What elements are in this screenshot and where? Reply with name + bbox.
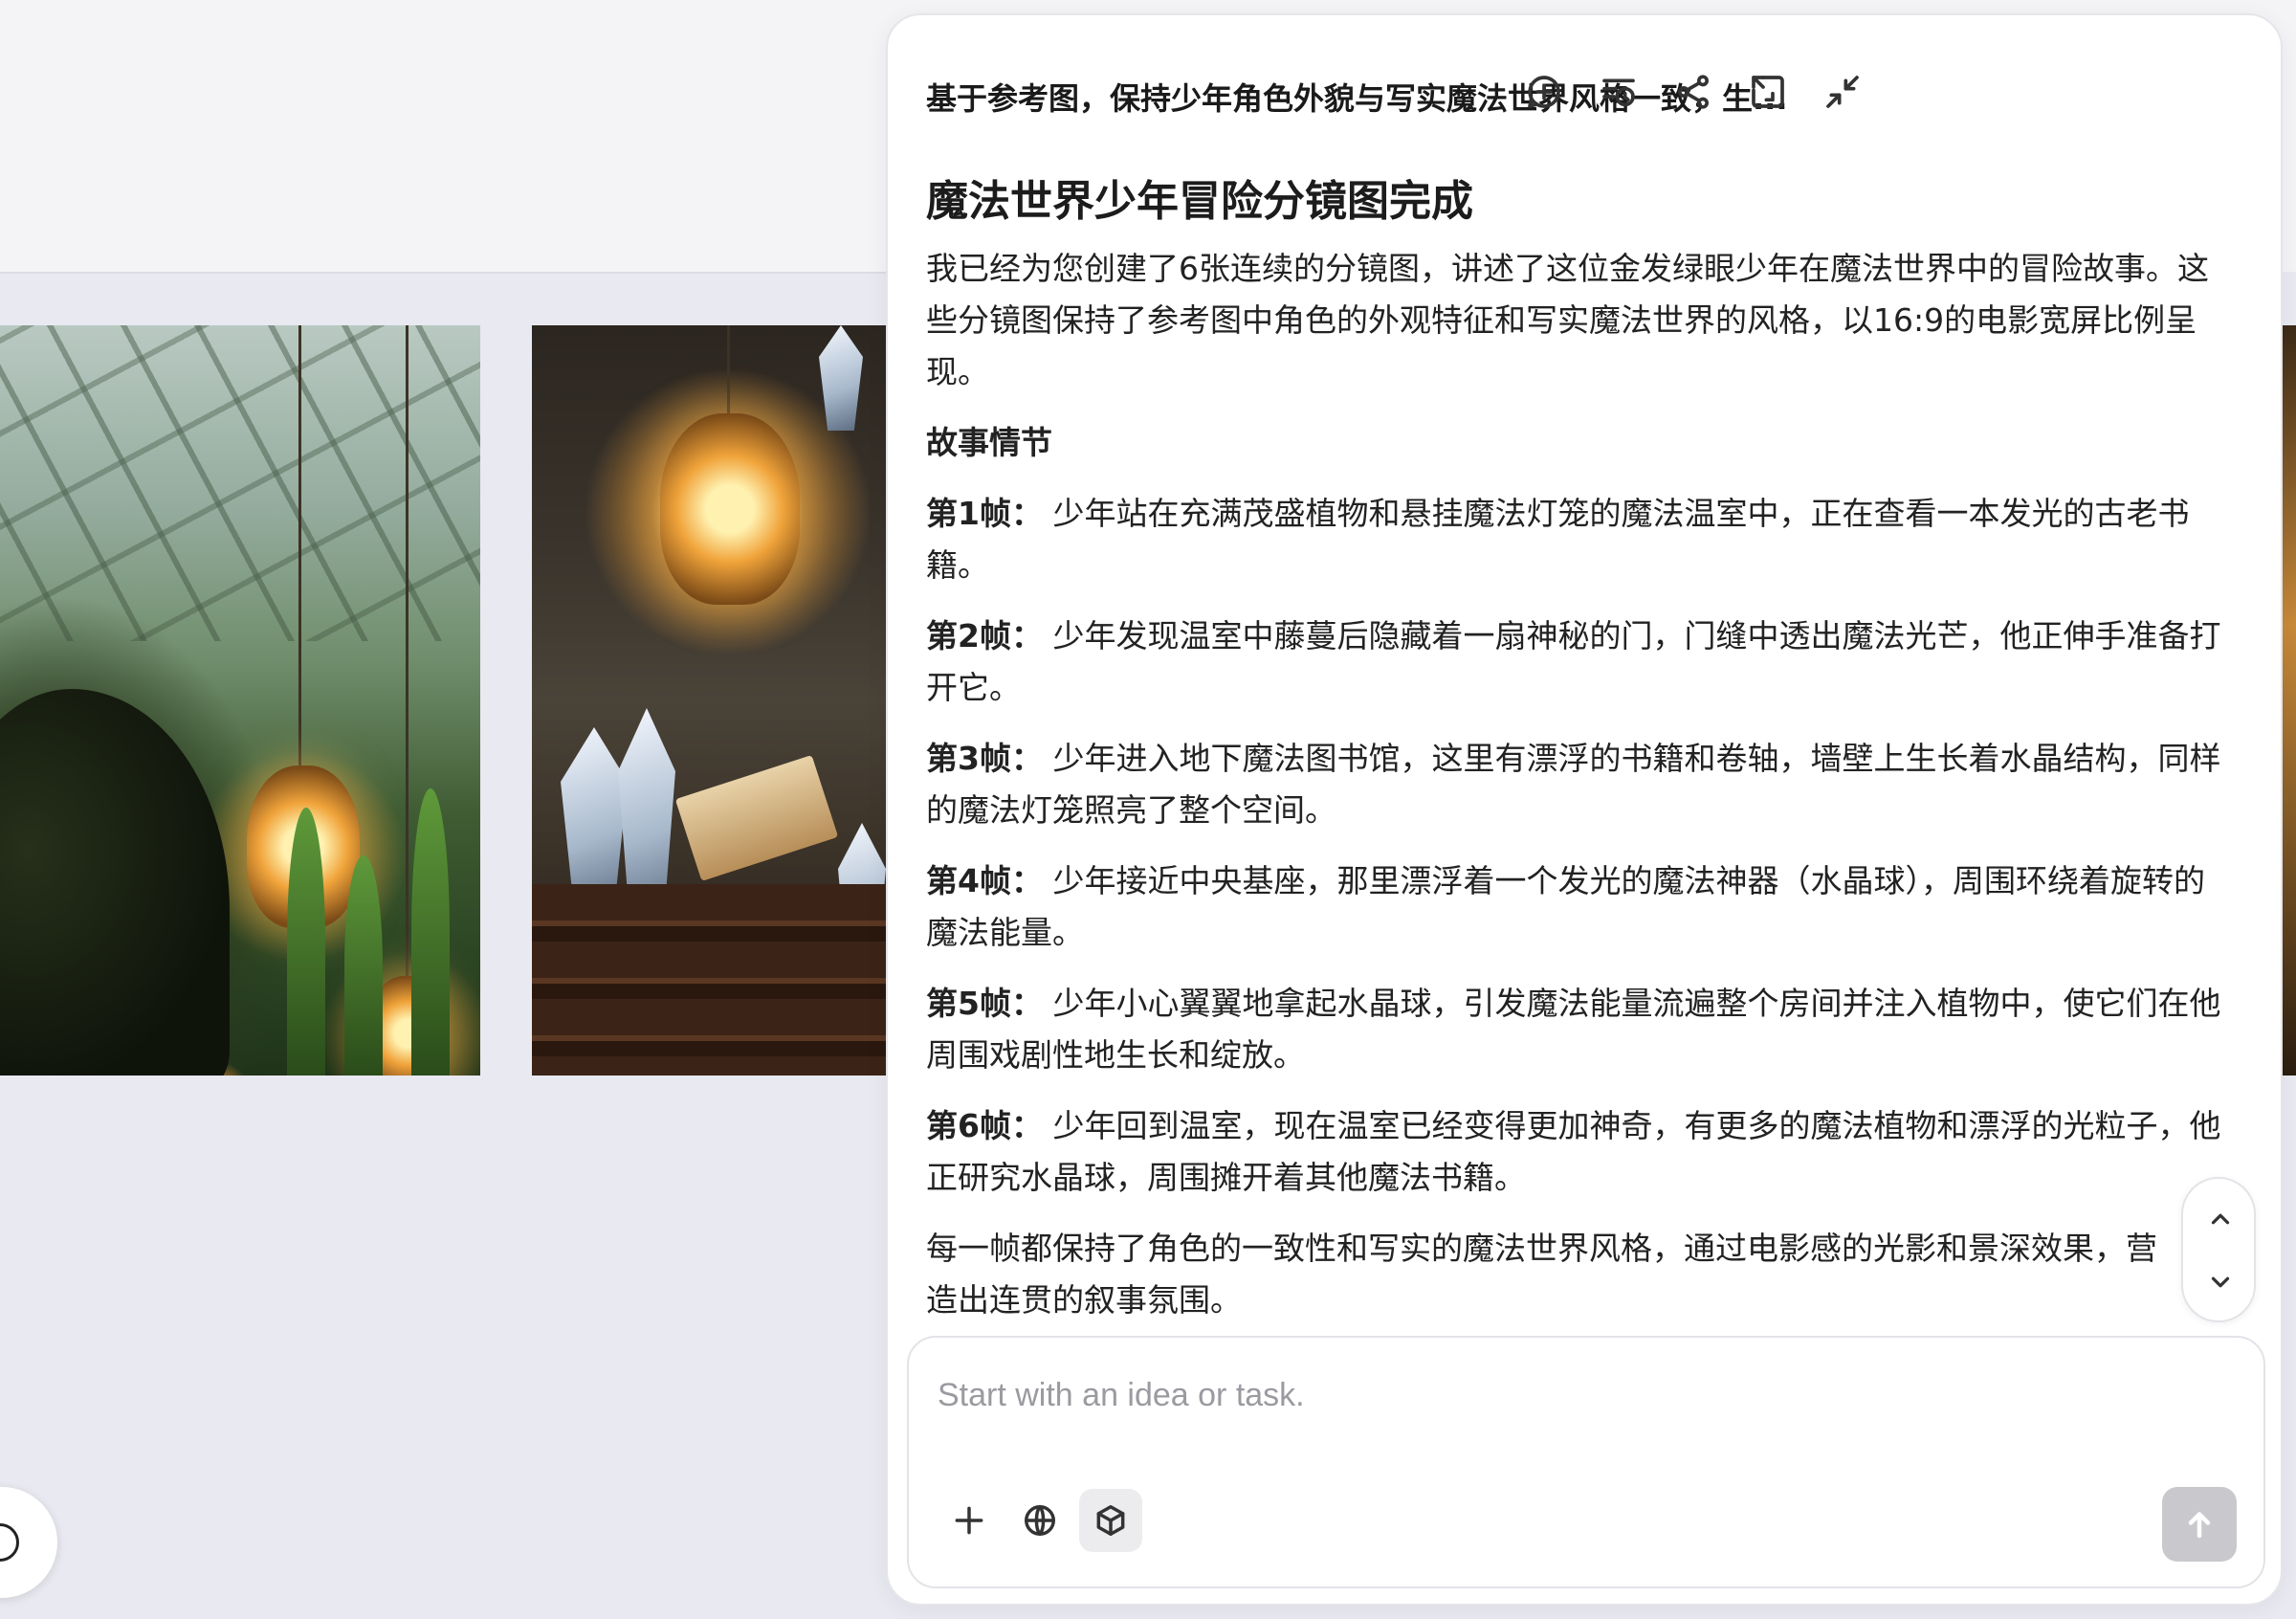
plant-leaf xyxy=(411,788,450,1076)
lantern-chain xyxy=(298,325,301,775)
scroll-control xyxy=(2181,1177,2256,1322)
add-comment-icon[interactable] xyxy=(1523,71,1565,113)
next-frame-image-edge[interactable] xyxy=(2283,325,2296,1076)
frame-item: 第1帧： 少年站在充满茂盛植物和悬挂魔法灯笼的魔法温室中，正在查看一本发光的古老… xyxy=(926,488,2227,591)
library-frame-image[interactable] xyxy=(532,325,899,1076)
share-icon[interactable] xyxy=(1672,71,1714,113)
minimize-icon[interactable] xyxy=(1821,71,1864,113)
scroll-down-button[interactable] xyxy=(2201,1263,2240,1301)
panel-header: 基于参考图，保持少年角色外貌与写实魔法世界风格一致，生... xyxy=(888,15,2281,159)
frame-item: 第4帧： 少年接近中央基座，那里漂浮着一个发光的魔法神器（水晶球），周围环绕着旋… xyxy=(926,855,2227,959)
frame-text: 少年进入地下魔法图书馆，这里有漂浮的书籍和卷轴，墙壁上生长着水晶结构，同样的魔法… xyxy=(926,740,2221,829)
send-button[interactable] xyxy=(2162,1487,2237,1562)
lantern-chain xyxy=(727,325,730,421)
frame-label: 第1帧： xyxy=(926,495,1043,532)
frame-label: 第2帧： xyxy=(926,617,1043,654)
crystal-shape xyxy=(819,325,863,431)
frame-item: 第3帧： 少年进入地下魔法图书馆，这里有漂浮的书籍和卷轴，墙壁上生长着水晶结构，… xyxy=(926,733,2227,836)
globe-icon xyxy=(1025,1505,1055,1536)
arrow-up-icon xyxy=(2188,1512,2211,1539)
section-title: 故事情节 xyxy=(926,424,1052,461)
frame-text: 少年发现温室中藤蔓后隐藏着一扇神秘的门，门缝中透出魔法光芒，他正伸手准备打开它。 xyxy=(926,617,2221,706)
frame-item: 第5帧： 少年小心翼翼地拿起水晶球，引发魔法能量流遍整个房间并注入植物中，使它们… xyxy=(926,978,2227,1081)
lantern-icon xyxy=(660,413,800,605)
frame-item: 第6帧： 少年回到温室，现在温室已经变得更加神奇，有更多的魔法植物和漂浮的光粒子… xyxy=(926,1100,2227,1204)
plant-leaf xyxy=(287,808,325,1076)
message-intro: 我已经为您创建了6张连续的分镜图，讲述了这位金发绿眼少年在魔法世界中的冒险故事。… xyxy=(926,250,2209,390)
composer xyxy=(907,1336,2265,1588)
circle-icon xyxy=(0,1523,19,1562)
prompt-input[interactable] xyxy=(938,1366,2181,1424)
add-attachment-button[interactable] xyxy=(938,1489,1001,1552)
assistant-message: 魔法世界少年冒险分镜图完成 我已经为您创建了6张连续的分镜图，讲述了这位金发绿眼… xyxy=(926,168,2227,1345)
frame-label: 第4帧： xyxy=(926,862,1043,899)
character-cloak xyxy=(0,689,230,1076)
frame-label: 第5帧： xyxy=(926,985,1043,1022)
plus-icon xyxy=(955,1506,983,1535)
plant-leaf xyxy=(344,855,383,1076)
chevron-up-icon xyxy=(2211,1213,2230,1225)
chat-panel: 基于参考图，保持少年角色外貌与写实魔法世界风格一致，生... 魔法世界少年冒险分… xyxy=(886,13,2283,1606)
frame-label: 第6帧： xyxy=(926,1107,1043,1144)
frame-text: 少年站在充满茂盛植物和悬挂魔法灯笼的魔法温室中，正在查看一本发光的古老书籍。 xyxy=(926,495,2190,584)
cube-icon xyxy=(1096,1505,1125,1536)
frame-label: 第3帧： xyxy=(926,740,1043,777)
frame-text: 少年小心翼翼地拿起水晶球，引发魔法能量流遍整个房间并注入植物中，使它们在他周围戏… xyxy=(926,985,2221,1074)
message-heading: 魔法世界少年冒险分镜图完成 xyxy=(926,177,1473,226)
frame-item: 第2帧： 少年发现温室中藤蔓后隐藏着一扇神秘的门，门缝中透出魔法光芒，他正伸手准… xyxy=(926,610,2227,714)
lantern-chain xyxy=(406,325,408,986)
collapse-panel-icon[interactable] xyxy=(1747,71,1789,113)
greenhouse-frame-image[interactable] xyxy=(0,325,480,1076)
message-conclusion: 每一帧都保持了角色的一致性和写实的魔法世界风格，通过电影感的光影和景深效果，营造… xyxy=(926,1230,2157,1319)
crystal-shape xyxy=(561,727,628,909)
frame-text: 少年回到温室，现在温室已经变得更加神奇，有更多的魔法植物和漂浮的光粒子，他正研究… xyxy=(926,1107,2221,1196)
frame-text: 少年接近中央基座，那里漂浮着一个发光的魔法神器（水晶球），周围环绕着旋转的魔法能… xyxy=(926,862,2205,951)
floating-book xyxy=(674,755,839,881)
scroll-up-button[interactable] xyxy=(2201,1200,2240,1238)
chevron-down-icon xyxy=(2211,1276,2230,1288)
3d-object-button[interactable] xyxy=(1079,1489,1142,1552)
history-icon[interactable] xyxy=(1598,71,1640,113)
book-stack xyxy=(532,884,899,1076)
web-search-button[interactable] xyxy=(1008,1489,1071,1552)
